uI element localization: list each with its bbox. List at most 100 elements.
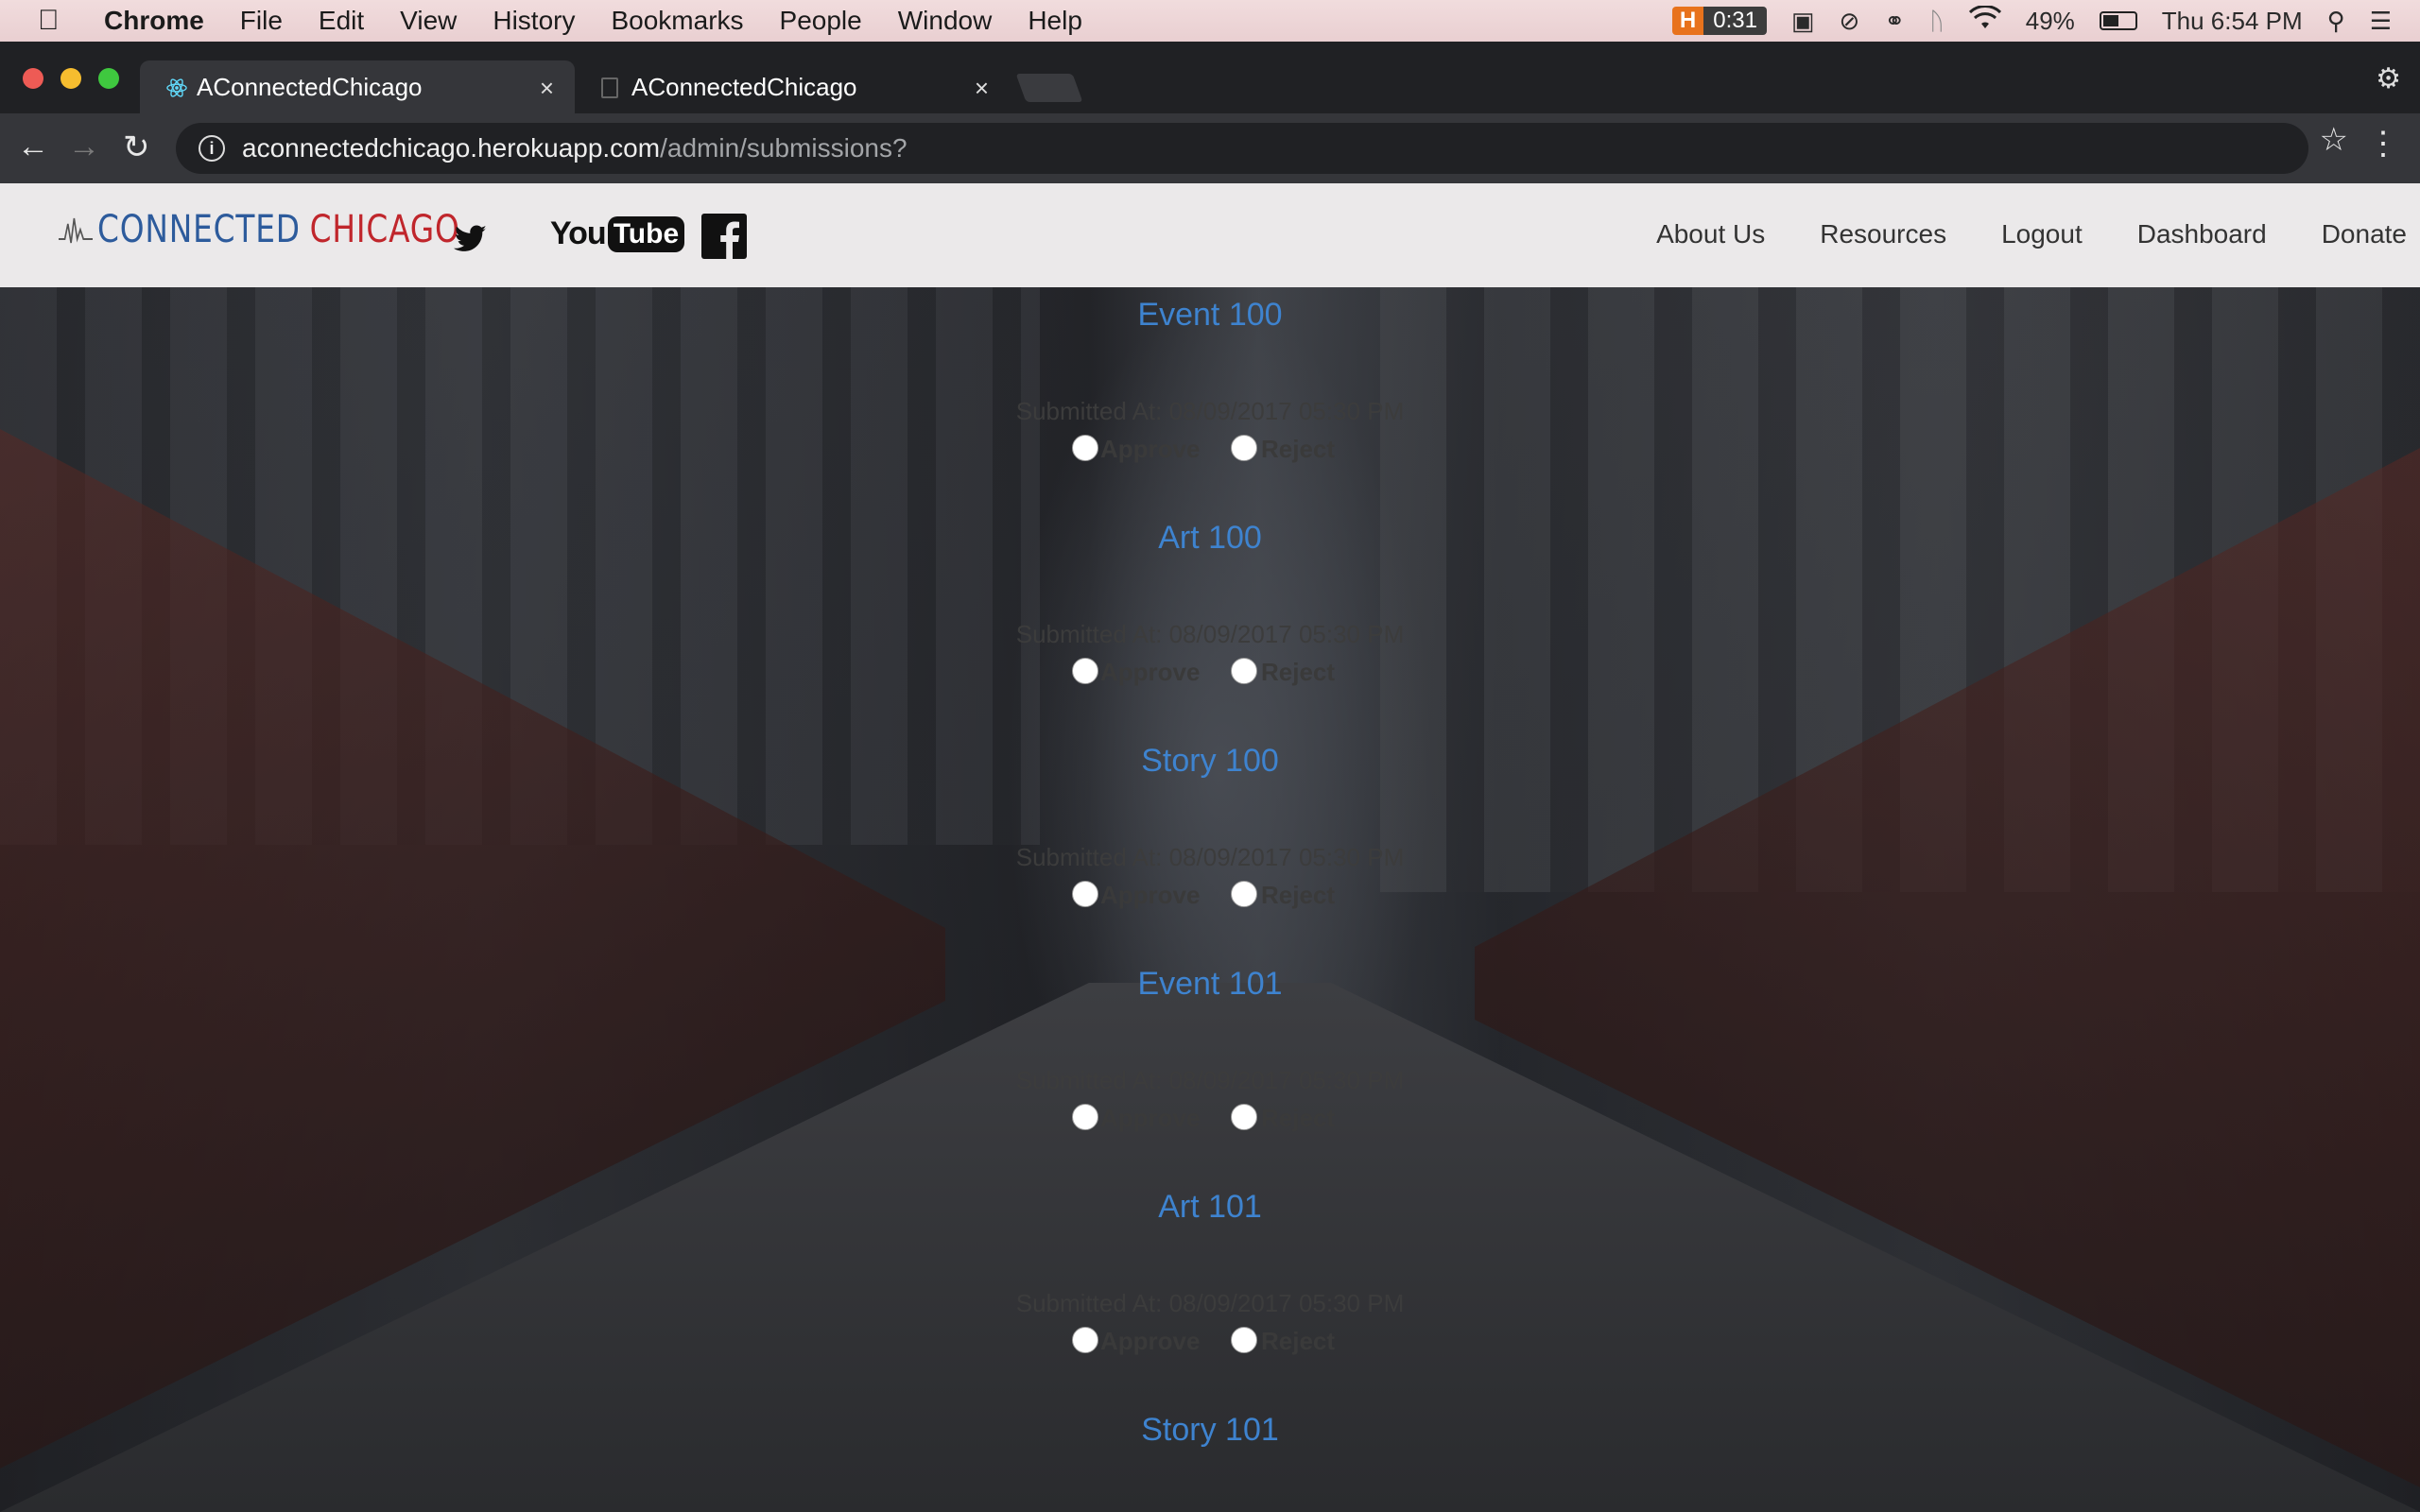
reject-radio[interactable] bbox=[1231, 435, 1257, 461]
submission-timestamp: Submitted At: 08/09/2017 05:30 PM bbox=[1015, 843, 1405, 871]
submission-title-link[interactable]: Event 100 bbox=[945, 297, 1475, 334]
tab-title: AConnectedChicago bbox=[197, 72, 423, 101]
clock[interactable]: Thu 6:54 PM bbox=[2162, 7, 2303, 36]
approval-controls: Approve Reject bbox=[945, 435, 1475, 469]
nav-donate[interactable]: Donate bbox=[2322, 219, 2407, 249]
tab-2[interactable]: AConnectedChicago × bbox=[575, 60, 1010, 113]
submission-title-link[interactable]: Event 101 bbox=[945, 966, 1475, 1003]
submission-title-link[interactable]: Story 100 bbox=[945, 743, 1475, 780]
window-minimize-button[interactable] bbox=[60, 68, 81, 89]
tab-title: AConnectedChicago bbox=[631, 72, 857, 101]
menu-file[interactable]: File bbox=[240, 6, 283, 36]
submissions-list: Event 100 Submitted At: 08/09/2017 05:30… bbox=[945, 183, 1475, 1512]
logo-text-chicago: CHICAGO bbox=[309, 208, 460, 251]
menu-bookmarks[interactable]: Bookmarks bbox=[611, 6, 743, 36]
url-path: /admin/submissions? bbox=[660, 133, 908, 163]
reject-label: Reject bbox=[1261, 881, 1336, 909]
approve-radio[interactable] bbox=[1072, 1104, 1098, 1130]
page-icon bbox=[601, 77, 618, 98]
reject-radio[interactable] bbox=[1231, 658, 1257, 684]
apple-icon[interactable]:  bbox=[38, 5, 76, 37]
page-viewport: CONNECTED CHICAGO You Tube About Us Reso… bbox=[0, 183, 2420, 1512]
site-logo[interactable]: CONNECTED CHICAGO bbox=[59, 208, 460, 251]
tab-1[interactable]: AConnectedChicago × bbox=[140, 60, 575, 113]
approve-radio[interactable] bbox=[1072, 881, 1098, 907]
bookmark-star-icon[interactable]: ☆ bbox=[2320, 121, 2348, 159]
forward-icon[interactable]: → bbox=[68, 129, 100, 165]
nav-logout[interactable]: Logout bbox=[2001, 219, 2083, 249]
submission-timestamp: Submitted At: 08/09/2017 05:30 PM bbox=[1015, 1066, 1405, 1094]
approve-radio[interactable] bbox=[1072, 435, 1098, 461]
browser-toolbar: ← → ↻ i aconnectedchicago.herokuapp.com /… bbox=[0, 113, 2420, 183]
reject-label: Reject bbox=[1261, 435, 1336, 463]
approve-label: Approve bbox=[1100, 1327, 1201, 1355]
menu-window[interactable]: Window bbox=[898, 6, 993, 36]
youtube-tube-text: Tube bbox=[607, 215, 685, 252]
menu-people[interactable]: People bbox=[780, 6, 862, 36]
main-nav: About Us Resources Logout Dashboard Dona… bbox=[1656, 219, 2407, 249]
new-tab-button[interactable] bbox=[1015, 74, 1083, 102]
approve-label: Approve bbox=[1100, 435, 1201, 463]
pulse-icon bbox=[59, 217, 94, 244]
approve-label: Approve bbox=[1100, 1104, 1201, 1132]
do-not-disturb-icon[interactable]: ⊘ bbox=[1840, 7, 1860, 36]
menu-view[interactable]: View bbox=[400, 6, 457, 36]
approval-controls: Approve Reject bbox=[945, 1104, 1475, 1138]
submission-title-link[interactable]: Art 100 bbox=[945, 520, 1475, 557]
approve-radio[interactable] bbox=[1072, 1327, 1098, 1353]
notification-center-icon[interactable]: ☰ bbox=[2370, 7, 2392, 36]
window-zoom-button[interactable] bbox=[98, 68, 119, 89]
approve-label: Approve bbox=[1100, 881, 1201, 909]
tab-strip: AConnectedChicago × AConnectedChicago × … bbox=[0, 42, 2420, 113]
approval-controls: Approve Reject bbox=[945, 658, 1475, 692]
logo-text-connected: CONNECTED bbox=[97, 208, 301, 251]
reject-label: Reject bbox=[1261, 1104, 1336, 1132]
submission-title-link[interactable]: Story 101 bbox=[945, 1412, 1475, 1449]
react-icon bbox=[166, 78, 187, 97]
submission-timestamp: Submitted At: 08/09/2017 05:30 PM bbox=[1015, 620, 1405, 648]
menu-help[interactable]: Help bbox=[1028, 6, 1082, 36]
macos-menubar:  Chrome File Edit View History Bookmark… bbox=[0, 0, 2420, 42]
battery-percent: 49% bbox=[2025, 6, 2075, 35]
menu-history[interactable]: History bbox=[493, 6, 575, 36]
approval-controls: Approve Reject bbox=[945, 1327, 1475, 1361]
window-close-button[interactable] bbox=[23, 68, 43, 89]
youtube-icon[interactable]: You Tube bbox=[550, 215, 685, 252]
nav-about-us[interactable]: About Us bbox=[1656, 219, 1765, 249]
approve-radio[interactable] bbox=[1072, 658, 1098, 684]
reject-radio[interactable] bbox=[1231, 1327, 1257, 1353]
approve-label: Approve bbox=[1100, 658, 1201, 686]
chrome-menu-icon[interactable]: ⋮ bbox=[2367, 125, 2399, 163]
reload-icon[interactable]: ↻ bbox=[123, 129, 150, 166]
menu-app-chrome[interactable]: Chrome bbox=[104, 6, 204, 36]
tab-close-icon[interactable]: × bbox=[975, 74, 989, 103]
site-info-icon[interactable]: i bbox=[199, 135, 225, 162]
twitter-icon[interactable] bbox=[454, 225, 488, 253]
nav-resources[interactable]: Resources bbox=[1820, 219, 1946, 249]
nav-dashboard[interactable]: Dashboard bbox=[2137, 219, 2267, 249]
youtube-you-text: You bbox=[550, 215, 607, 251]
address-bar[interactable]: i aconnectedchicago.herokuapp.com/admin/… bbox=[176, 123, 2308, 174]
back-icon[interactable]: ← bbox=[17, 129, 49, 165]
url-host: aconnectedchicago.herokuapp.com bbox=[242, 133, 661, 163]
battery-icon[interactable] bbox=[2099, 11, 2137, 30]
reject-radio[interactable] bbox=[1231, 1104, 1257, 1130]
timer-value: 0:31 bbox=[1703, 7, 1767, 35]
timer-badge: H bbox=[1671, 7, 1704, 35]
reject-radio[interactable] bbox=[1231, 881, 1257, 907]
bluetooth-icon[interactable]: ᚢ bbox=[1929, 7, 1945, 36]
submission-title-link[interactable]: Art 101 bbox=[945, 1189, 1475, 1226]
tab-close-icon[interactable]: × bbox=[540, 74, 554, 103]
spotlight-search-icon[interactable]: ⚲ bbox=[2327, 7, 2345, 36]
reject-label: Reject bbox=[1261, 1327, 1336, 1355]
approval-controls: Approve Reject bbox=[945, 881, 1475, 915]
glasses-icon[interactable]: ⚭ bbox=[1884, 7, 1905, 36]
menu-edit[interactable]: Edit bbox=[319, 6, 364, 36]
wifi-icon[interactable] bbox=[1968, 4, 2001, 37]
reject-label: Reject bbox=[1261, 658, 1336, 686]
submission-timestamp: Submitted At: 08/09/2017 05:30 PM bbox=[1015, 397, 1405, 425]
bookmark-app-icon[interactable]: ▣ bbox=[1791, 7, 1815, 36]
incognito-icon[interactable]: ⚙ bbox=[2376, 62, 2401, 95]
timer-widget[interactable]: H 0:31 bbox=[1671, 7, 1767, 35]
facebook-icon[interactable] bbox=[701, 214, 747, 259]
